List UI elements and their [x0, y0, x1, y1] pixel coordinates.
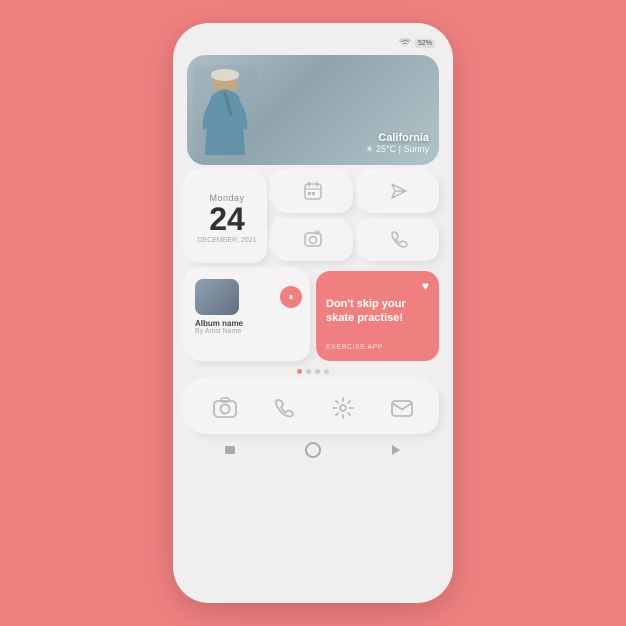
phone-widget[interactable]: [359, 221, 439, 261]
calendar-date: 24: [209, 203, 245, 235]
play-pause-button[interactable]: ⏸: [280, 286, 302, 308]
widgets-grid: Monday 24 DECEMBER, 2021: [187, 173, 439, 263]
phone-dock-icon[interactable]: [268, 392, 300, 424]
album-art: [195, 279, 239, 315]
calendar-app-widget[interactable]: [273, 173, 353, 213]
music-widget[interactable]: ⏸ Album name By Artist Name: [187, 271, 310, 361]
phone-receiver-icon: [389, 229, 409, 254]
instagram-widget[interactable]: [273, 221, 353, 261]
dot-2[interactable]: [306, 369, 311, 374]
weather-condition: ☀ 25°C | Sunny: [365, 144, 429, 155]
camera-dock-icon[interactable]: [209, 392, 241, 424]
battery-icon: 52%: [415, 39, 435, 48]
dot-3[interactable]: [315, 369, 320, 374]
widgets-bottom: ⏸ Album name By Artist Name ♥ Don't skip…: [187, 271, 439, 361]
exercise-message: Don't skip your skate practise!: [326, 297, 429, 326]
weather-widget[interactable]: California ☀ 25°C | Sunny: [187, 55, 439, 165]
calendar-app-icon: [303, 181, 323, 206]
exercise-widget[interactable]: ♥ Don't skip your skate practise! EXERCI…: [316, 271, 439, 361]
home-nav-button[interactable]: [305, 442, 321, 458]
forward-nav-button[interactable]: [384, 442, 408, 458]
app-dock: [187, 382, 439, 434]
send-icon: [390, 182, 408, 205]
exercise-app-label: EXERCISE APP: [326, 344, 429, 351]
weather-city: California: [365, 132, 429, 144]
pause-icon: ⏸: [289, 292, 294, 303]
wifi-icon: [399, 38, 411, 49]
weather-info: California ☀ 25°C | Sunny: [365, 132, 429, 155]
mail-dock-icon[interactable]: [386, 392, 418, 424]
album-name: Album name: [195, 319, 243, 328]
page-dots: [187, 369, 439, 374]
back-nav-button[interactable]: [218, 442, 242, 458]
person-image: [193, 65, 258, 165]
navigation-bar: [187, 440, 439, 460]
status-bar: 52%: [187, 35, 439, 51]
weather-sun-icon: ☀: [365, 144, 373, 154]
dot-1[interactable]: [297, 369, 302, 374]
calendar-month-year: DECEMBER, 2021: [197, 237, 256, 244]
music-controls-row: ⏸: [195, 279, 302, 315]
camera-circle-icon: [303, 229, 323, 254]
settings-dock-icon[interactable]: [327, 392, 359, 424]
send-widget[interactable]: [359, 173, 439, 213]
calendar-widget[interactable]: Monday 24 DECEMBER, 2021: [187, 173, 267, 263]
artist-name: By Artist Name: [195, 328, 241, 335]
phone-frame: 52% Califor: [173, 23, 453, 603]
status-icons: 52%: [399, 38, 435, 49]
heart-icon: ♥: [422, 279, 429, 293]
dot-4[interactable]: [324, 369, 329, 374]
